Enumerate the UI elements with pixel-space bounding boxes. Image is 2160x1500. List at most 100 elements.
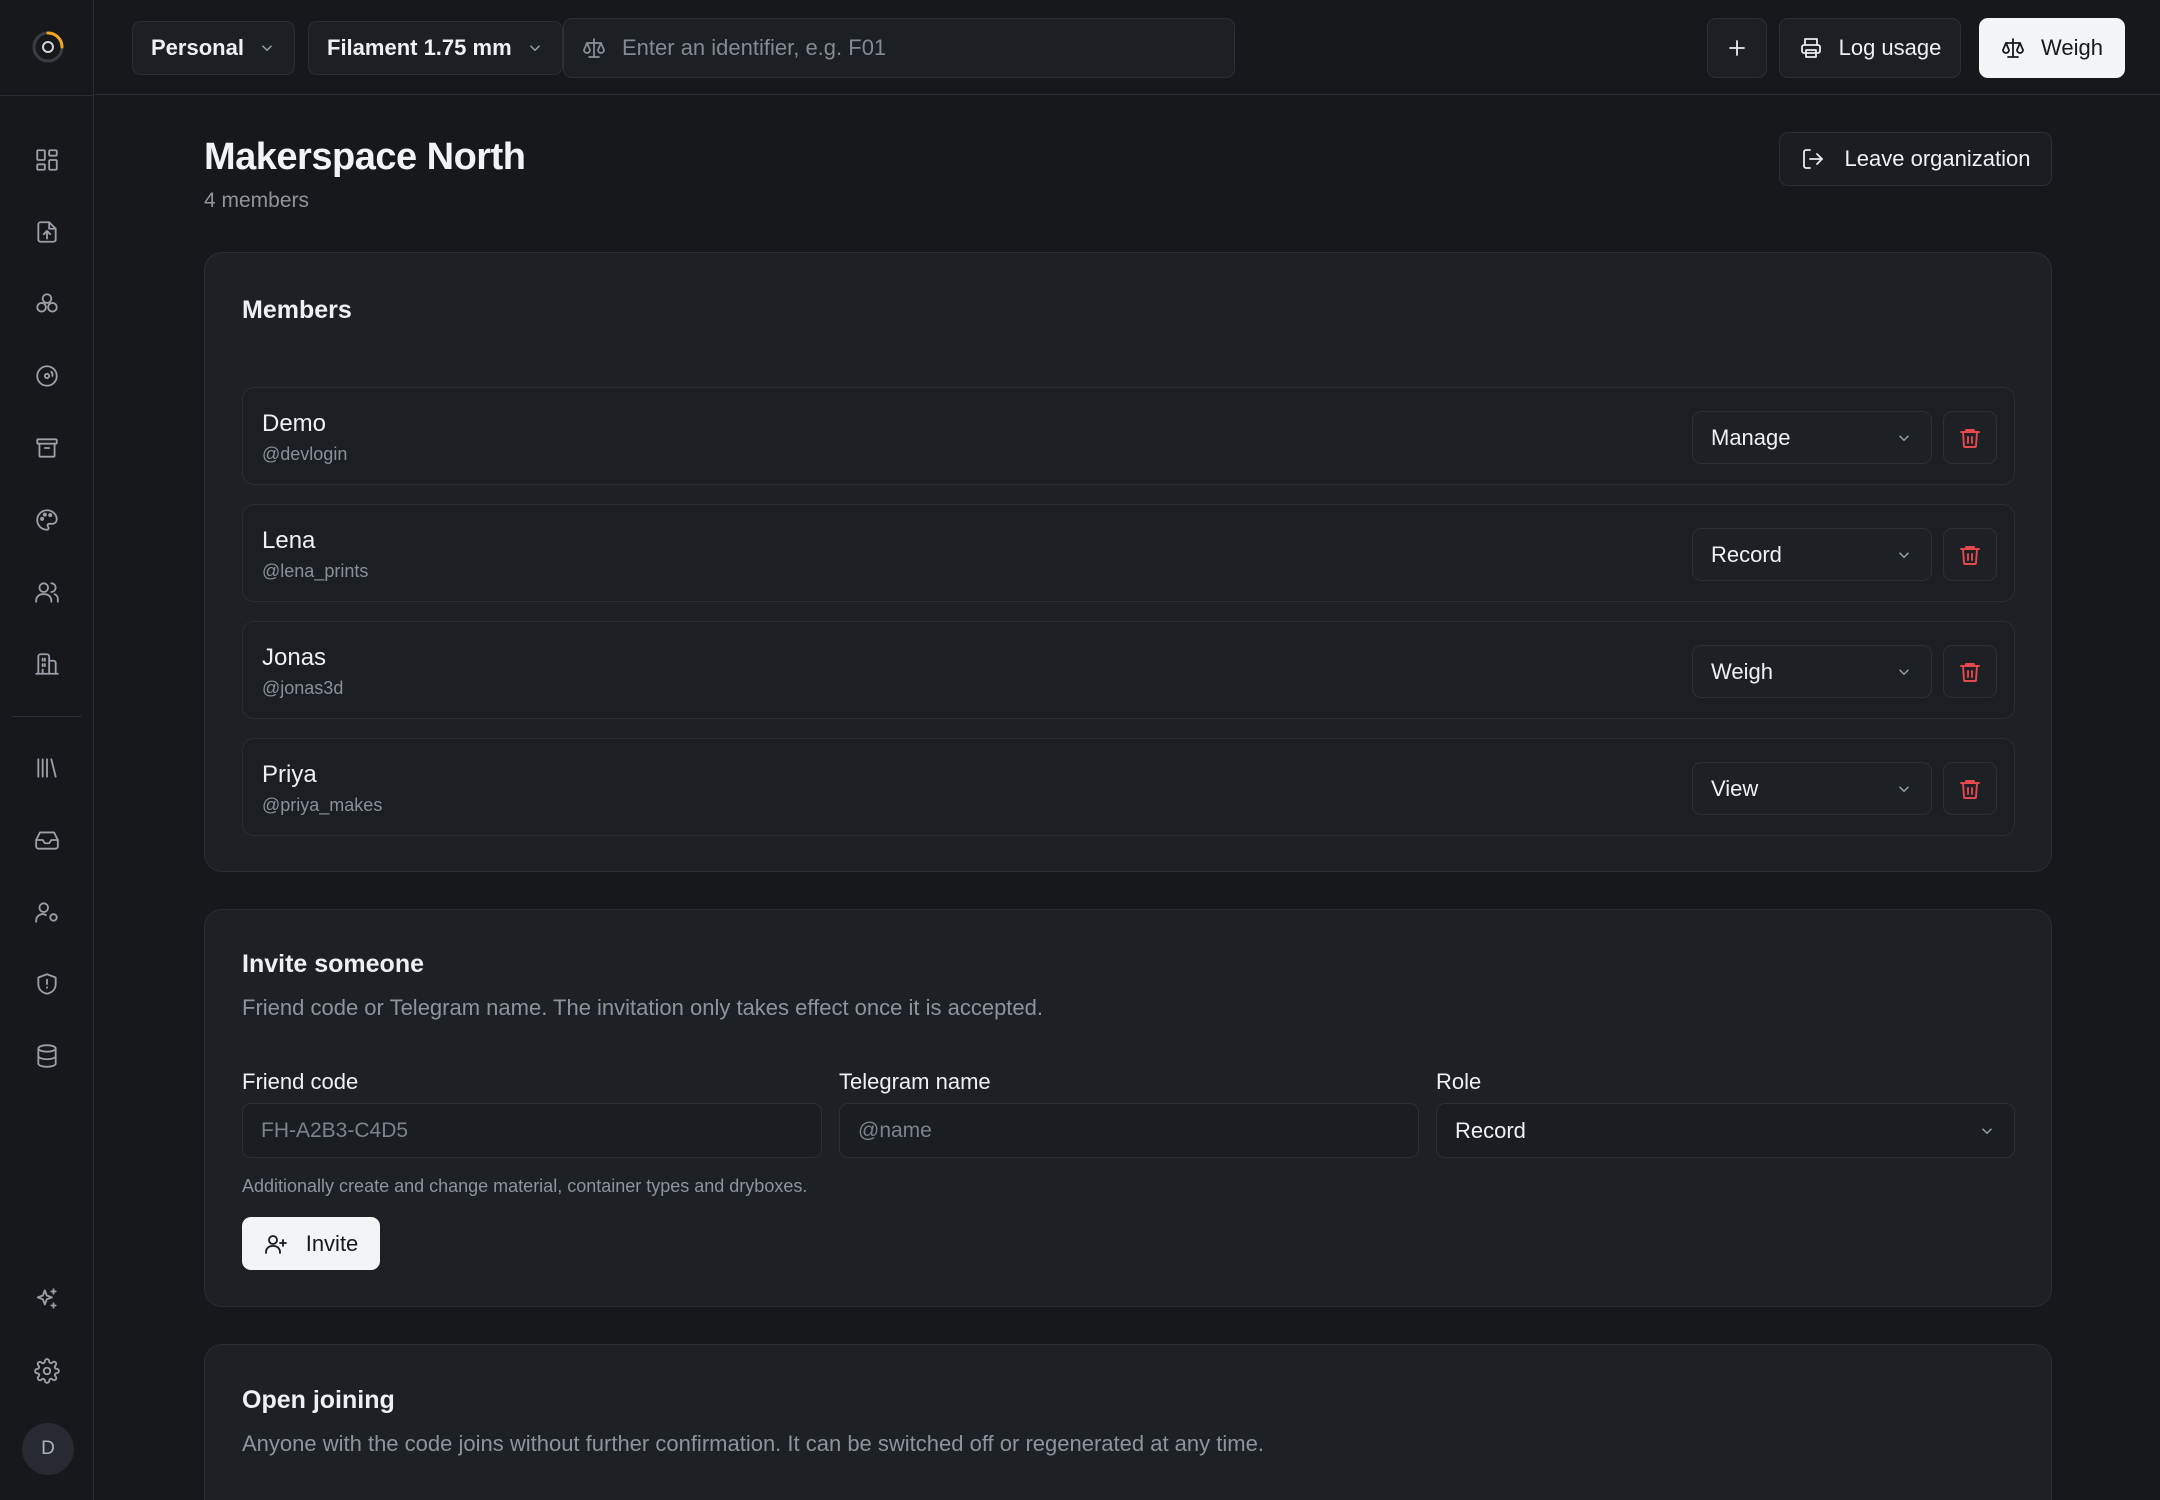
invite-label: Invite <box>305 1230 359 1256</box>
member-role-value: View <box>1711 775 1759 801</box>
trash-icon <box>1960 545 1980 565</box>
avatar[interactable]: D <box>22 1423 74 1475</box>
invite-title: Invite someone <box>242 950 424 978</box>
sidebar-item-database[interactable] <box>29 1038 65 1074</box>
chevron-down-icon <box>1898 785 1910 792</box>
open-joining-description: Anyone with the code joins without furth… <box>242 1431 1264 1456</box>
member-row: Jonas @jonas3d Weigh <box>242 621 2015 719</box>
invite-card: Invite someone Friend code or Telegram n… <box>204 909 2052 1307</box>
member-handle: @jonas3d <box>262 678 344 698</box>
invite-description: Friend code or Telegram name. The invita… <box>242 995 1044 1020</box>
sidebar-item-storage[interactable] <box>29 430 65 466</box>
log-usage-button[interactable]: Log usage <box>1779 18 1961 78</box>
sidebar-item-library[interactable] <box>29 750 65 786</box>
remove-member-button[interactable] <box>1943 762 1997 815</box>
chevron-down-icon <box>1898 668 1910 675</box>
trash-icon <box>1960 662 1980 682</box>
member-role-value: Weigh <box>1711 658 1773 684</box>
chevron-down-icon <box>1898 551 1910 558</box>
invite-role-value: Record <box>1455 1117 1526 1143</box>
invite-role-select[interactable]: Record <box>1436 1103 2015 1158</box>
filament-select-value: Filament 1.75 mm <box>327 35 512 60</box>
chevron-down-icon <box>529 45 540 52</box>
plus-icon <box>1729 40 1745 56</box>
member-handle: @lena_prints <box>262 561 369 581</box>
sidebar-item-reels[interactable] <box>29 358 65 394</box>
member-name: Jonas <box>262 644 327 671</box>
search-input[interactable] <box>622 35 1216 61</box>
gear-icon <box>34 1358 60 1384</box>
scale-icon <box>583 38 605 58</box>
member-name: Lena <box>262 527 316 554</box>
user-plus-icon <box>264 1234 287 1254</box>
leave-organization-label: Leave organization <box>1844 146 2031 171</box>
weigh-label: Weigh <box>2041 35 2103 60</box>
sidebar-item-security[interactable] <box>29 966 65 1002</box>
member-role-value: Record <box>1711 541 1782 567</box>
member-handle: @devlogin <box>262 444 348 464</box>
sidebar-item-account[interactable] <box>29 894 65 930</box>
sidebar-item-import[interactable] <box>29 214 65 250</box>
member-handle: @priya_makes <box>262 795 383 815</box>
member-role-select[interactable]: View <box>1692 762 1932 815</box>
log-usage-label: Log usage <box>1838 35 1942 60</box>
sidebar-item-colors[interactable] <box>29 502 65 538</box>
sidebar-item-organizations[interactable] <box>29 646 65 682</box>
printer-icon <box>1800 38 1821 58</box>
member-name: Priya <box>262 761 317 788</box>
members-card: Members Demo @devlogin Manage Lena @lena… <box>204 252 2052 872</box>
member-role-select[interactable]: Record <box>1692 528 1932 581</box>
open-joining-title: Open joining <box>242 1386 395 1414</box>
member-row: Demo @devlogin Manage <box>242 387 2015 485</box>
file-upload-icon <box>37 221 57 243</box>
member-count: 4 members <box>204 189 310 212</box>
workspace-select[interactable]: Personal <box>132 21 295 75</box>
sidebar-item-spools[interactable] <box>29 286 65 322</box>
member-role-select[interactable]: Manage <box>1692 411 1932 464</box>
spools-icon <box>36 293 58 313</box>
reel-icon <box>36 365 58 387</box>
filament-select[interactable]: Filament 1.75 mm <box>308 21 563 75</box>
chevron-down-icon <box>261 45 272 52</box>
weigh-button[interactable]: Weigh <box>1979 18 2125 78</box>
sidebar-item-settings[interactable] <box>29 1353 65 1389</box>
member-name: Demo <box>262 410 327 437</box>
telegram-name-label: Telegram name <box>839 1069 991 1094</box>
scale-icon <box>2002 38 2024 58</box>
add-button[interactable] <box>1707 18 1767 78</box>
sparkles-icon <box>36 1288 57 1309</box>
telegram-name-input[interactable] <box>839 1103 1419 1158</box>
role-hint: Additionally create and change material,… <box>242 1176 808 1196</box>
sidebar-divider <box>0 95 94 96</box>
user-settings-icon <box>35 902 58 923</box>
sidebar-item-whats-new[interactable] <box>29 1281 65 1317</box>
role-label: Role <box>1436 1069 1482 1094</box>
invite-button[interactable]: Invite <box>242 1217 380 1270</box>
sidebar-separator <box>12 716 82 717</box>
sidebar-item-users[interactable] <box>29 574 65 610</box>
palette-icon <box>36 509 58 531</box>
sidebar-item-dashboard[interactable] <box>29 142 65 178</box>
member-role-value: Manage <box>1711 424 1791 450</box>
friend-code-label: Friend code <box>242 1069 359 1094</box>
friend-code-input[interactable] <box>242 1103 822 1158</box>
database-icon <box>37 1044 57 1068</box>
page-title: Makerspace North <box>204 136 526 178</box>
remove-member-button[interactable] <box>1943 411 1997 464</box>
dashboard-icon <box>36 149 58 171</box>
chevron-down-icon <box>1898 434 1910 441</box>
chevron-down-icon <box>1981 1127 1993 1134</box>
member-role-select[interactable]: Weigh <box>1692 645 1932 698</box>
member-row: Priya @priya_makes View <box>242 738 2015 836</box>
remove-member-button[interactable] <box>1943 645 1997 698</box>
remove-member-button[interactable] <box>1943 528 1997 581</box>
open-joining-card: Open joining Anyone with the code joins … <box>204 1344 2052 1500</box>
logo-icon[interactable] <box>31 30 65 64</box>
sidebar: D <box>0 0 94 1500</box>
sidebar-item-inbox[interactable] <box>29 822 65 858</box>
inbox-icon <box>35 831 59 850</box>
identifier-search[interactable] <box>563 18 1235 78</box>
leave-organization-button[interactable]: Leave organization <box>1779 132 2052 186</box>
topbar: Personal Filament 1.75 mm Log usage Weig… <box>95 0 2160 95</box>
shield-icon <box>37 973 57 995</box>
